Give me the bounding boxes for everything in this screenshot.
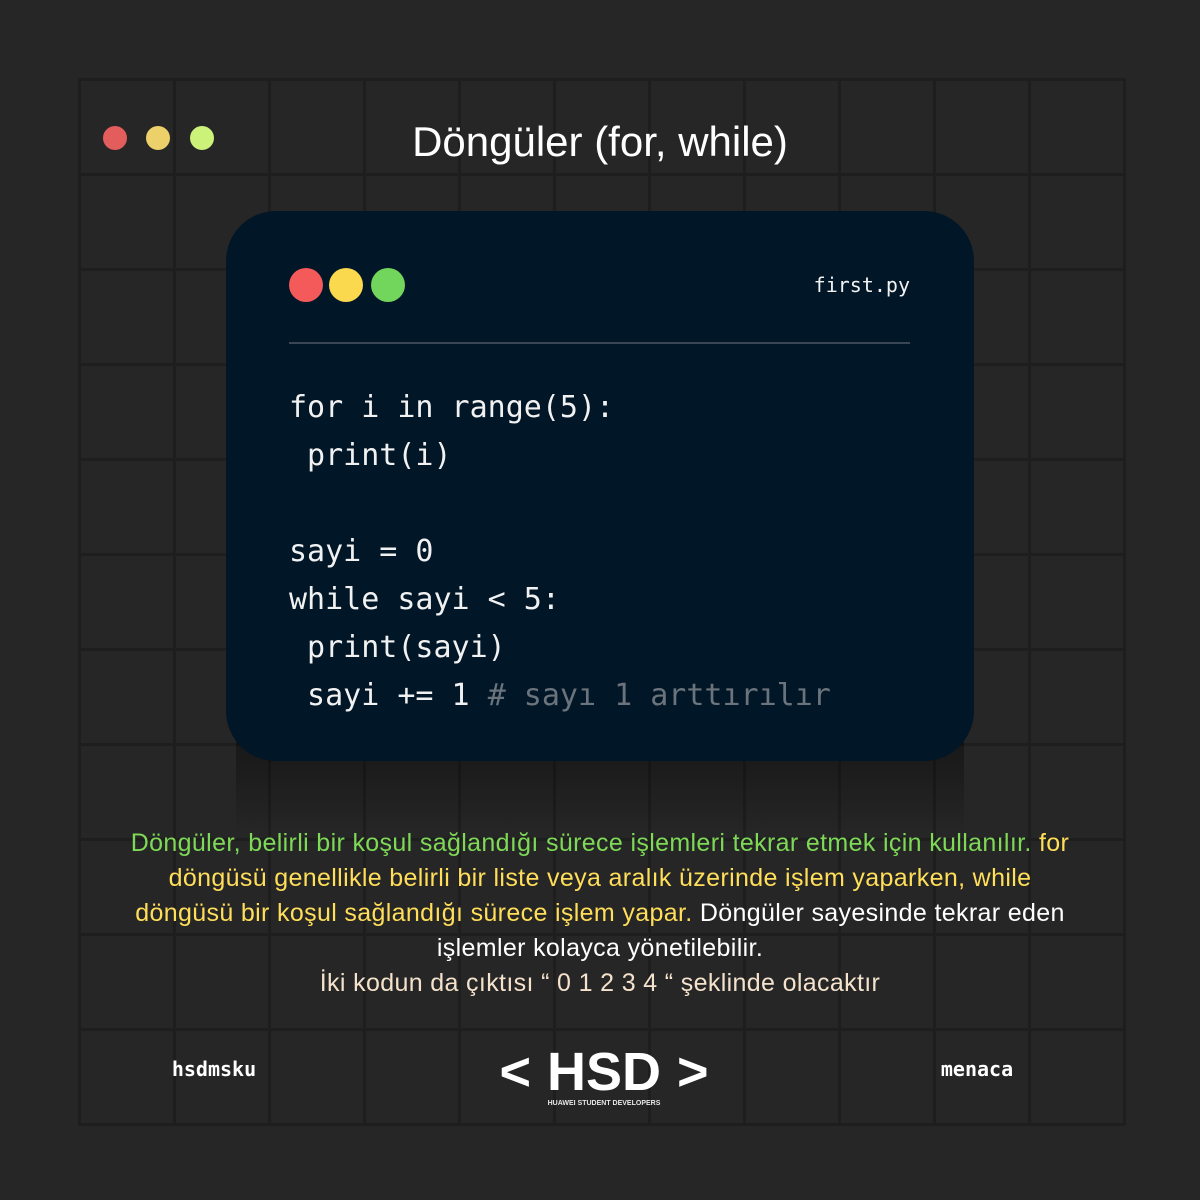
code-line: sayi += 1 # sayı 1 arttırılır bbox=[289, 672, 831, 720]
description-line: Döngüler, belirli bir koşul sağlandığı s… bbox=[0, 826, 1200, 861]
code-line: print(sayi) bbox=[289, 630, 506, 665]
logo-name: HSD bbox=[546, 1042, 661, 1102]
code-line: while sayi < 5: bbox=[289, 582, 560, 617]
code-window: first.py for i in range(5): print(i) say… bbox=[226, 211, 974, 761]
logo-tagline: HUAWEI STUDENT DEVELOPERS bbox=[547, 1100, 661, 1107]
page-title: Döngüler (for, while) bbox=[412, 118, 788, 165]
left-handle: hsdmsku bbox=[171, 1057, 257, 1081]
description-line: döngüsü bir koşul sağlandığı sürece işle… bbox=[0, 896, 1200, 931]
description-text: döngüsü genellikle belirli bir liste vey… bbox=[168, 864, 1032, 892]
output-note: İki kodun da çıktısı “ 0 1 2 3 4 “ şekli… bbox=[0, 966, 1200, 1001]
description-line: işlemler kolayca yönetilebilir. bbox=[0, 931, 1200, 966]
code-text: sayi += 1 bbox=[289, 678, 488, 713]
description-text: for bbox=[1031, 829, 1070, 857]
green-dot-icon bbox=[371, 268, 405, 302]
description-line: döngüsü genellikle belirli bir liste vey… bbox=[0, 861, 1200, 896]
code-comment: # sayı 1 arttırılır bbox=[487, 678, 831, 713]
code-line: print(i) bbox=[289, 438, 452, 473]
post-canvas: Döngüler (for, while) first.py for i in … bbox=[0, 0, 1200, 1200]
description-text: Döngüler, belirli bir koşul sağlandığı s… bbox=[130, 829, 1032, 857]
yellow-dot-icon bbox=[329, 268, 363, 302]
red-dot-icon bbox=[289, 268, 323, 302]
description-text: döngüsü bir koşul sağlandığı sürece işle… bbox=[135, 899, 693, 927]
hsd-logo: < HSD > bbox=[404, 1045, 804, 1099]
code-line: for i in range(5): bbox=[289, 390, 615, 425]
output-note-text: İki kodun da çıktısı “ 0 1 2 3 4 “ şekli… bbox=[319, 969, 881, 997]
file-name: first.py bbox=[813, 273, 910, 297]
right-handle: menaca bbox=[940, 1057, 1014, 1081]
code-line: sayi = 0 bbox=[289, 534, 434, 569]
code-block: for i in range(5): print(i) sayi = 0 whi… bbox=[289, 384, 831, 720]
logo-right-bracket: > bbox=[677, 1042, 709, 1102]
divider bbox=[289, 342, 910, 344]
description-text: işlemler kolayca yönetilebilir. bbox=[436, 934, 764, 962]
description-text: Döngüler sayesinde tekrar eden bbox=[692, 899, 1065, 927]
description: Döngüler, belirli bir koşul sağlandığı s… bbox=[0, 826, 1200, 1001]
logo-left-bracket: < bbox=[499, 1042, 531, 1102]
